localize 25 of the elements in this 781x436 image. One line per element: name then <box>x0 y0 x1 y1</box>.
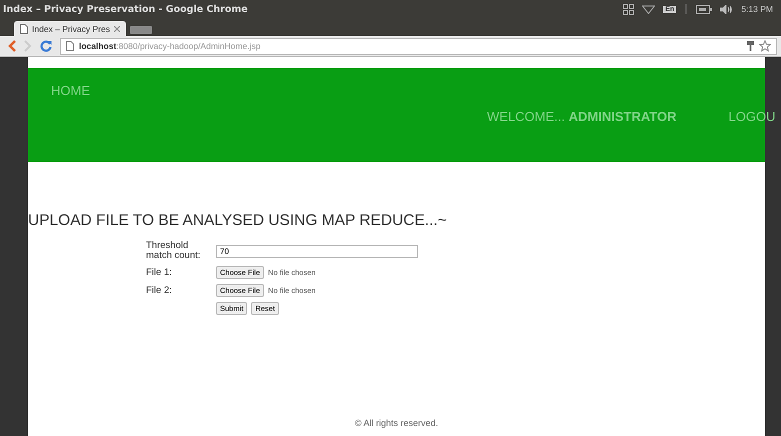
star-icon[interactable] <box>759 40 771 52</box>
field-label: File 2: <box>146 286 173 296</box>
reload-icon[interactable] <box>40 40 52 52</box>
address-bar[interactable]: localhost:8080/privacy-hadoop/AdminHome.jsp <box>60 38 777 54</box>
page-icon <box>20 24 28 34</box>
clock: 5:13 PM <box>741 4 773 14</box>
close-icon[interactable] <box>114 26 120 32</box>
page-heading: UPLOAD FILE TO BE ANALYSED USING MAP REDUCE...~ <box>28 212 448 230</box>
footer-text: © All rights reserved. <box>354 418 440 430</box>
wifi-icon[interactable] <box>642 4 656 14</box>
new-tab-button[interactable] <box>130 26 152 34</box>
grid-icon[interactable] <box>623 4 634 14</box>
tab-title: Index – Privacy Pres <box>32 24 110 34</box>
welcome-text: WELCOME... ADMINISTRATOR <box>487 109 676 124</box>
back-icon[interactable] <box>8 40 16 52</box>
browser-tab[interactable]: Index – Privacy Pres <box>14 21 126 36</box>
threshold-field[interactable]: 70 <box>216 244 418 258</box>
pin-icon[interactable] <box>747 41 754 51</box>
field-label: Threshold match count: <box>146 241 202 261</box>
battery-icon[interactable] <box>696 4 712 14</box>
speaker-icon[interactable] <box>720 4 734 14</box>
page-icon <box>66 41 74 51</box>
url-text: localhost:8080/privacy-hadoop/AdminHome.jsp <box>79 41 260 51</box>
field-label: File 1: <box>146 268 173 278</box>
window-title: Index – Privacy Preservation - Google Chrome <box>3 4 248 14</box>
